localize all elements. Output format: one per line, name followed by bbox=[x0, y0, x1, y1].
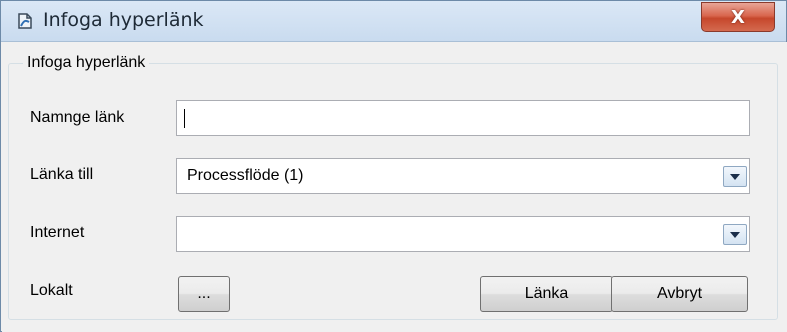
internet-label: Internet bbox=[30, 224, 85, 241]
name-label: Namnge länk bbox=[30, 109, 125, 126]
close-button[interactable]: X bbox=[701, 2, 775, 32]
insert-hyperlink-dialog: Infoga hyperlänk X Infoga hyperlänk Namn… bbox=[0, 0, 787, 332]
group-legend: Infoga hyperlänk bbox=[27, 54, 146, 71]
close-icon: X bbox=[731, 6, 745, 28]
cancel-button[interactable]: Avbryt bbox=[611, 276, 748, 312]
dropdown-arrow-icon bbox=[730, 231, 740, 238]
dialog-body: Infoga hyperlänk Namnge länk Länka till … bbox=[2, 42, 787, 332]
title-bar[interactable]: Infoga hyperlänk X bbox=[1, 1, 786, 42]
dropdown-arrow-icon bbox=[730, 173, 740, 180]
cancel-button-label: Avbryt bbox=[656, 285, 703, 302]
browse-label: ... bbox=[197, 285, 211, 302]
internet-dropdown-button[interactable] bbox=[723, 224, 747, 245]
link-button-label: Länka bbox=[524, 285, 569, 302]
link-to-label: Länka till bbox=[30, 166, 94, 183]
internet-select[interactable] bbox=[176, 216, 750, 252]
link-to-dropdown-button[interactable] bbox=[723, 166, 747, 187]
link-name-input[interactable] bbox=[176, 100, 750, 136]
text-caret bbox=[184, 109, 185, 128]
hyperlink-icon bbox=[15, 11, 35, 31]
link-to-value: Processflöde (1) bbox=[187, 167, 304, 184]
local-label: Lokalt bbox=[30, 282, 73, 299]
window-title: Infoga hyperlänk bbox=[43, 9, 204, 31]
browse-button[interactable]: ... bbox=[178, 276, 230, 312]
link-to-select[interactable]: Processflöde (1) bbox=[176, 158, 750, 194]
link-button[interactable]: Länka bbox=[480, 276, 613, 312]
